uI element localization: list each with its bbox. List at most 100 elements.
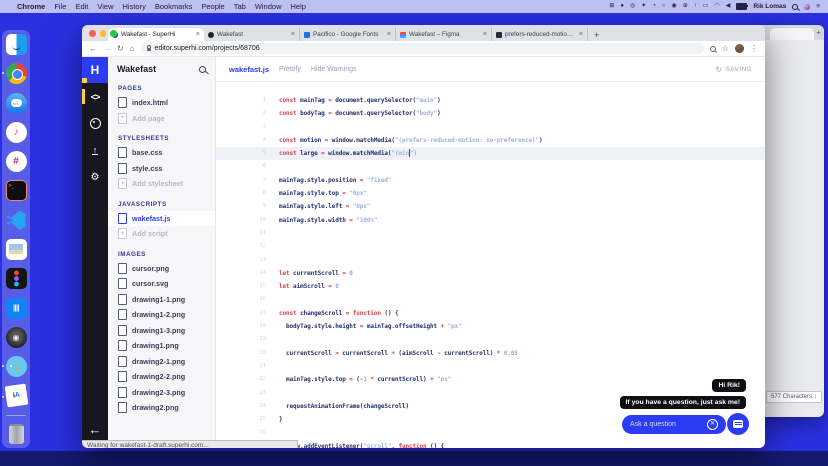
mirror-icon[interactable]: ⊞ bbox=[609, 0, 614, 13]
tab-close-icon[interactable]: × bbox=[196, 31, 200, 38]
code-line-27[interactable]: 27window.addEventListener("scroll", func… bbox=[216, 440, 765, 448]
menu-item-window[interactable]: Window bbox=[255, 2, 282, 11]
new-tab-button[interactable]: + bbox=[594, 30, 599, 40]
menu-item-file[interactable]: File bbox=[54, 2, 66, 11]
orientation-icon[interactable]: ◎ bbox=[630, 0, 635, 13]
home-icon[interactable]: ⌂ bbox=[130, 41, 135, 56]
circle-icon[interactable]: ○ bbox=[662, 0, 666, 13]
browser-tab-3[interactable]: Pacifico - Google Fonts × bbox=[300, 28, 396, 41]
file-item-add-stylesheet[interactable]: + Add stylesheet bbox=[108, 176, 215, 192]
file-item-drawing1-3-png[interactable]: drawing1-3.png bbox=[108, 323, 215, 339]
file-item-drawing1-png[interactable]: drawing1.png bbox=[108, 338, 215, 354]
chat-close-icon[interactable]: ✕ bbox=[707, 419, 718, 430]
file-item-add-script[interactable]: + Add script bbox=[108, 226, 215, 242]
code-line-18[interactable]: 18 bodyTag.style.height = mainTag.offset… bbox=[216, 320, 765, 333]
code-area[interactable]: 1 const mainTag = document.querySelector(… bbox=[216, 82, 765, 448]
file-item-base-css[interactable]: base.css bbox=[108, 145, 215, 161]
back-icon[interactable]: ← bbox=[89, 41, 97, 56]
file-item-cursor-svg[interactable]: cursor.svg bbox=[108, 276, 215, 292]
dock-app-screenflow-icon[interactable]: ◉ bbox=[5, 326, 27, 348]
hide-warnings-button[interactable]: Hide Warnings bbox=[311, 66, 357, 73]
superhi-logo[interactable]: H bbox=[82, 57, 108, 83]
url-text[interactable]: editor.superhi.com/projects/68706 bbox=[155, 45, 260, 52]
rail-item-preview[interactable] bbox=[82, 115, 108, 132]
code-line-1[interactable]: 1 const mainTag = document.querySelector(… bbox=[216, 94, 765, 107]
menu-item-tab[interactable]: Tab bbox=[234, 2, 246, 11]
code-line-19[interactable]: 19 bbox=[216, 333, 765, 346]
menu-item-history[interactable]: History bbox=[123, 2, 146, 11]
code-line-17[interactable]: 17 const changeScroll = function () { bbox=[216, 307, 765, 320]
battery-icon[interactable] bbox=[736, 3, 749, 10]
tab-close-icon[interactable]: × bbox=[483, 31, 487, 38]
menu-item-bookmarks[interactable]: Bookmarks bbox=[155, 2, 193, 11]
vpn-icon[interactable]: ✦ bbox=[641, 0, 646, 13]
dock-app-slack-icon[interactable]: # bbox=[5, 151, 27, 173]
file-item-style-css[interactable]: style.css bbox=[108, 161, 215, 177]
browser-tab-4[interactable]: Wakefast – Figma × bbox=[396, 28, 492, 41]
background-window-tab[interactable] bbox=[770, 28, 814, 40]
sidebar-search-icon[interactable] bbox=[199, 65, 206, 73]
minimize-window-button[interactable] bbox=[99, 30, 106, 37]
code-line-4[interactable]: 4 const motion = window.matchMedia("(pref… bbox=[216, 134, 765, 147]
dock-app-preview-icon[interactable] bbox=[5, 238, 27, 260]
menu-item-people[interactable]: People bbox=[201, 2, 224, 11]
profile-avatar[interactable] bbox=[735, 44, 744, 53]
active-file-tab[interactable]: wakefast.js bbox=[229, 65, 269, 74]
file-item-drawing2-png[interactable]: drawing2.png bbox=[108, 400, 215, 416]
dock-app-chrome-icon[interactable] bbox=[1, 63, 27, 85]
dock-app-stripes-icon[interactable]: |||| bbox=[5, 297, 27, 319]
dock-app-finder-icon[interactable] bbox=[5, 34, 27, 55]
address-bar[interactable]: editor.superhi.com/projects/68706 bbox=[140, 43, 704, 54]
code-line-10[interactable]: 10 mainTag.style.width = "100%" bbox=[216, 214, 765, 227]
spotlight-search-icon[interactable] bbox=[792, 3, 799, 10]
up-icon[interactable]: ↑ bbox=[694, 0, 697, 13]
chat-input[interactable]: Ask a question ✕ bbox=[622, 415, 726, 434]
dock-app-vscode-icon[interactable] bbox=[6, 210, 27, 231]
close-window-button[interactable] bbox=[89, 30, 96, 37]
volume-icon[interactable]: ◀ bbox=[726, 0, 731, 13]
code-line-7[interactable]: 7 mainTag.style.position = "fixed" bbox=[216, 174, 765, 187]
code-line-8[interactable]: 8 mainTag.style.top = "0px" bbox=[216, 187, 765, 200]
code-line-15[interactable]: 15 let aimScroll = 0 bbox=[216, 280, 765, 293]
background-window-newtab-icon[interactable]: + bbox=[816, 28, 821, 37]
code-line-5[interactable]: 5 const large = window.matchMedia("(min") bbox=[216, 147, 765, 161]
code-line-3[interactable]: 3 bbox=[216, 121, 765, 134]
bookmark-star-icon[interactable]: ☆ bbox=[722, 44, 729, 53]
file-item-index-html[interactable]: index.html bbox=[108, 95, 215, 111]
code-line-20[interactable]: 20 currentScroll = currentScroll + (aimS… bbox=[216, 347, 765, 360]
browser-tab-1[interactable]: Wakefast - SuperHi × bbox=[108, 28, 204, 41]
dock-app-trash-icon[interactable] bbox=[8, 423, 24, 444]
browser-tab-5[interactable]: prefers-reduced-motion - CS…× bbox=[492, 28, 588, 41]
menu-user-name[interactable]: Rik Lomas bbox=[753, 3, 786, 10]
menu-item-help[interactable]: Help bbox=[291, 2, 306, 11]
file-item-drawing2-2-png[interactable]: drawing2-2.png bbox=[108, 369, 215, 385]
browser-tab-2[interactable]: Wakefast × bbox=[204, 28, 300, 41]
rail-item-code[interactable]: <> bbox=[82, 88, 108, 105]
code-line-13[interactable]: 13 bbox=[216, 254, 765, 267]
file-item-drawing2-3-png[interactable]: drawing2-3.png bbox=[108, 385, 215, 401]
chat-launcher-button[interactable] bbox=[727, 413, 749, 435]
code-line-9[interactable]: 9 mainTag.style.left = "0px" bbox=[216, 200, 765, 213]
menu-app-name[interactable]: Chrome bbox=[17, 2, 45, 11]
rail-item-publish[interactable]: ↑ bbox=[82, 142, 108, 159]
code-line-2[interactable]: 2 const bodyTag = document.querySelector(… bbox=[216, 107, 765, 120]
file-item-add-page[interactable]: + Add page bbox=[108, 111, 215, 127]
dock-app-twitterrific-icon[interactable] bbox=[1, 356, 27, 378]
wifi-icon[interactable]: ◠ bbox=[714, 0, 719, 13]
zoom-window-button[interactable] bbox=[110, 30, 117, 37]
record-icon[interactable]: ● bbox=[620, 0, 624, 13]
code-line-14[interactable]: 14 let currentScroll = 0 bbox=[216, 267, 765, 280]
dock-app-messages-icon[interactable]: ••• bbox=[5, 92, 27, 114]
forward-icon[interactable]: → bbox=[103, 41, 111, 56]
code-line-21[interactable]: 21 bbox=[216, 360, 765, 373]
tab-close-icon[interactable]: × bbox=[387, 31, 391, 38]
display-icon[interactable]: ▭ bbox=[703, 0, 709, 13]
reload-icon[interactable]: ↻ bbox=[117, 41, 124, 56]
notification-center-icon[interactable]: ≡ bbox=[816, 3, 820, 10]
chrome-menu-icon[interactable]: ⋮ bbox=[750, 44, 758, 53]
code-line-22[interactable]: 22 mainTag.style.top = (-1 * currentScro… bbox=[216, 373, 765, 386]
file-item-cursor-png[interactable]: cursor.png bbox=[108, 261, 215, 277]
file-item-drawing2-1-png[interactable]: drawing2-1.png bbox=[108, 354, 215, 370]
code-line-11[interactable]: 11 bbox=[216, 227, 765, 240]
clock-icon[interactable]: ◔ bbox=[652, 0, 656, 13]
